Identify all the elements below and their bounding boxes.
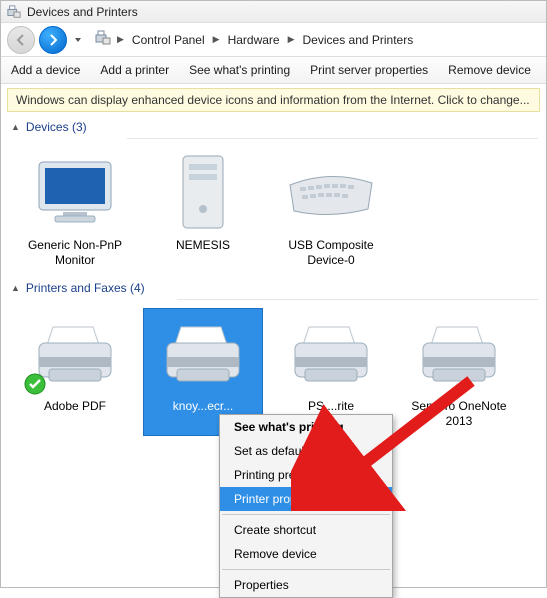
menu-see-printing[interactable]: See what's printing: [220, 415, 392, 439]
printer-icon: [274, 315, 388, 395]
breadcrumb-hardware[interactable]: Hardware: [224, 31, 284, 49]
printer-icon: [402, 315, 516, 395]
keyboard-icon: [274, 154, 388, 234]
device-label: USB Composite Device-0: [274, 238, 388, 268]
device-label: Generic Non-PnP Monitor: [18, 238, 132, 268]
printer-label: Adobe PDF: [18, 399, 132, 414]
default-check-icon: [24, 373, 46, 395]
menu-printer-properties[interactable]: Printer properties: [220, 487, 392, 511]
info-bar[interactable]: Windows can display enhanced device icon…: [7, 88, 540, 112]
group-count: (3): [72, 120, 87, 134]
print-server-properties-button[interactable]: Print server properties: [300, 57, 438, 83]
nav-history-dropdown[interactable]: [71, 36, 85, 44]
breadcrumb-control-panel[interactable]: Control Panel: [128, 31, 209, 49]
device-item-usb[interactable]: USB Composite Device-0: [271, 147, 391, 275]
menu-printing-preferences[interactable]: Printing preferences: [220, 463, 392, 487]
devices-grid: Generic Non-PnP Monitor NEMESIS USB Comp…: [1, 139, 546, 275]
printer-label: knoy...ecr...: [146, 399, 260, 414]
printer-label: Send To OneNote 2013: [402, 399, 516, 429]
see-printing-button[interactable]: See what's printing: [179, 57, 300, 83]
computer-icon: [146, 154, 260, 234]
menu-set-default[interactable]: Set as default printer: [220, 439, 392, 463]
devices-printers-icon: [95, 30, 111, 49]
menu-properties[interactable]: Properties: [220, 573, 392, 597]
group-count: (4): [130, 281, 145, 295]
menu-remove-device[interactable]: Remove device: [220, 542, 392, 566]
device-item-computer[interactable]: NEMESIS: [143, 147, 263, 275]
breadcrumb: ▶ Control Panel ▶ Hardware ▶ Devices and…: [89, 30, 417, 49]
chevron-right-icon[interactable]: ▶: [115, 34, 126, 45]
menu-create-shortcut[interactable]: Create shortcut: [220, 518, 392, 542]
menu-separator: [222, 514, 390, 515]
context-menu: See what's printing Set as default print…: [219, 414, 393, 598]
group-label: Devices: [26, 120, 69, 134]
back-button[interactable]: [7, 26, 35, 54]
device-label: NEMESIS: [146, 238, 260, 253]
title-bar: Devices and Printers: [1, 1, 546, 23]
forward-button[interactable]: [39, 26, 67, 54]
devices-printers-icon: [7, 5, 21, 19]
remove-device-button[interactable]: Remove device: [438, 57, 541, 83]
collapse-icon: ▲: [11, 122, 20, 132]
group-header-devices[interactable]: ▲ Devices (3): [1, 114, 546, 136]
printer-item-onenote[interactable]: Send To OneNote 2013: [399, 308, 519, 436]
chevron-right-icon[interactable]: ▶: [286, 34, 297, 45]
breadcrumb-devices-printers[interactable]: Devices and Printers: [299, 31, 418, 49]
group-header-printers[interactable]: ▲ Printers and Faxes (4): [1, 275, 546, 297]
group-label: Printers and Faxes: [26, 281, 127, 295]
printer-icon: [146, 315, 260, 395]
collapse-icon: ▲: [11, 283, 20, 293]
menu-separator: [222, 569, 390, 570]
monitor-icon: [18, 154, 132, 234]
printer-item-adobe-pdf[interactable]: Adobe PDF: [15, 308, 135, 436]
nav-row: ▶ Control Panel ▶ Hardware ▶ Devices and…: [1, 23, 546, 57]
printer-icon: [18, 315, 132, 395]
window-title: Devices and Printers: [27, 5, 138, 19]
device-item-monitor[interactable]: Generic Non-PnP Monitor: [15, 147, 135, 275]
add-printer-button[interactable]: Add a printer: [90, 57, 179, 83]
chevron-right-icon[interactable]: ▶: [211, 34, 222, 45]
add-device-button[interactable]: Add a device: [1, 57, 90, 83]
toolbar: Add a device Add a printer See what's pr…: [1, 57, 546, 84]
printer-label: PS ...rite: [274, 399, 388, 414]
